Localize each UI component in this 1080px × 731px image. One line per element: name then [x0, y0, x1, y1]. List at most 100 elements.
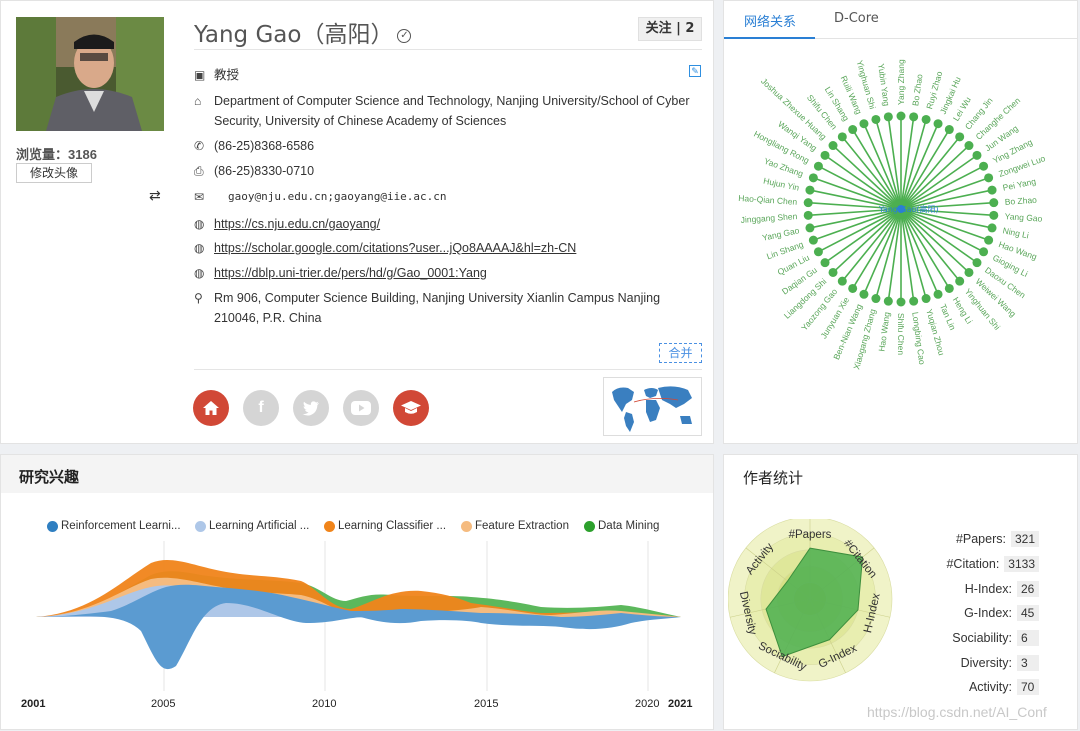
network-tabs: 网络关系 D-Core — [724, 1, 1077, 39]
affiliation-row: ⌂ Department of Computer Science and Tec… — [194, 91, 694, 131]
coauthor-node[interactable] — [871, 114, 881, 124]
radar-chart[interactable]: #Papers#CitationH-IndexG-IndexSociabilit… — [728, 519, 928, 719]
coauthor-node[interactable] — [808, 173, 818, 183]
coauthor-label[interactable]: Hao Wang — [876, 311, 891, 352]
streamgraph[interactable] — [1, 531, 713, 731]
coauthor-node[interactable] — [820, 258, 830, 268]
coauthor-node[interactable] — [944, 283, 954, 293]
coauthor-node[interactable] — [964, 267, 974, 277]
coauthor-node[interactable] — [828, 141, 838, 151]
coauthor-node[interactable] — [813, 247, 823, 257]
coauthor-node[interactable] — [859, 289, 869, 299]
coauthor-label[interactable]: Yang Gao — [1004, 211, 1043, 224]
coauthor-node[interactable] — [820, 150, 830, 160]
coauthor-node[interactable] — [808, 235, 818, 245]
youtube-icon[interactable] — [343, 390, 379, 426]
coauthor-node[interactable] — [964, 141, 974, 151]
coauthor-node[interactable] — [979, 161, 989, 171]
coauthor-network-graph[interactable]: Yang Zhang Bo Zhao Ruyi ZhaoJingkai HuLei … — [724, 41, 1077, 441]
graduation-cap-icon[interactable] — [393, 390, 429, 426]
section-header: 研究兴趣 — [1, 455, 713, 493]
tab-dcore[interactable]: D-Core — [834, 11, 879, 26]
coauthor-node[interactable] — [972, 150, 982, 160]
scholar-link[interactable]: https://scholar.google.com/citations?use… — [214, 238, 694, 258]
coauthor-node[interactable] — [944, 125, 954, 135]
coauthor-node[interactable] — [933, 119, 943, 129]
view-count: 浏览量：3186 — [16, 147, 97, 162]
merge-button[interactable]: 合并 — [659, 343, 702, 363]
coauthor-node[interactable] — [848, 283, 858, 293]
coauthor-node[interactable] — [987, 185, 997, 195]
follow-button[interactable]: 关注 | 2 — [638, 17, 702, 41]
coauthor-node[interactable] — [883, 296, 893, 306]
coauthor-label[interactable]: Jinggang Shen — [740, 211, 798, 225]
coauthor-label[interactable]: Longbing Cao — [910, 311, 927, 365]
scholar-row: ◍ https://scholar.google.com/citations?u… — [194, 238, 694, 258]
coauthor-node[interactable] — [848, 125, 858, 135]
coauthor-node[interactable] — [989, 210, 999, 220]
coauthor-node[interactable] — [828, 267, 838, 277]
coauthor-node[interactable] — [984, 235, 994, 245]
stat-h-index: H-Index: 26 — [965, 581, 1039, 597]
coauthor-node[interactable] — [871, 294, 881, 304]
twitter-icon[interactable] — [293, 390, 329, 426]
coauthor-node[interactable] — [883, 112, 893, 122]
tab-network[interactable]: 网络关系 — [744, 11, 796, 30]
globe-icon: ◍ — [194, 266, 205, 280]
coauthor-label[interactable]: Shifu Chen — [896, 313, 906, 355]
verified-icon: ✓ — [397, 28, 412, 43]
coauthor-node[interactable] — [984, 173, 994, 183]
coauthor-node[interactable] — [979, 247, 989, 257]
coauthor-node[interactable] — [909, 112, 919, 122]
briefcase-icon: ▣ — [194, 68, 206, 82]
stat-activity: Activity: 70 — [969, 679, 1039, 695]
coauthor-label[interactable]: Bo Zhao — [1004, 195, 1037, 207]
section-title: 研究兴趣 — [19, 468, 80, 486]
coauthor-node[interactable] — [837, 276, 847, 286]
profile-panel: 浏览量：3186 修改头像 ⇄ Yang Gao（高阳） ✓ 关注 | 2 ✎ ▣… — [0, 0, 714, 444]
coauthor-label[interactable]: Yang Gao — [761, 225, 800, 243]
coauthor-node[interactable] — [989, 198, 999, 208]
coauthor-node[interactable] — [803, 210, 813, 220]
coauthor-label[interactable]: Ning Li — [1002, 225, 1030, 240]
coauthor-node[interactable] — [921, 114, 931, 124]
coauthor-label[interactable]: Bo Zhao — [910, 73, 924, 106]
coauthor-node[interactable] — [933, 289, 943, 299]
coauthor-label[interactable]: Yang Zhang — [896, 59, 906, 105]
coauthor-label[interactable]: Hujun Yin — [763, 176, 801, 193]
coauthor-node[interactable] — [987, 223, 997, 233]
coauthor-node[interactable] — [955, 276, 965, 286]
stat-papers: #Papers: 321 — [956, 531, 1039, 547]
active-tab-indicator — [724, 37, 815, 39]
coauthor-node[interactable] — [805, 185, 815, 195]
facebook-icon[interactable]: f — [243, 390, 279, 426]
profile-photo — [16, 17, 164, 131]
coauthor-node[interactable] — [805, 223, 815, 233]
coauthor-label[interactable]: Pei Yang — [1002, 176, 1037, 193]
coauthor-node[interactable] — [859, 119, 869, 129]
coauthor-label[interactable]: Hao-Qian Chen — [738, 193, 798, 207]
coauthor-node[interactable] — [955, 132, 965, 142]
homepage-link[interactable]: https://cs.nju.edu.cn/gaoyang/ — [214, 214, 694, 234]
coauthor-node[interactable] — [972, 258, 982, 268]
phone-row: ✆ (86-25)8368-6586 — [194, 136, 694, 156]
coauthor-node[interactable] — [921, 294, 931, 304]
phone-icon: ✆ — [194, 139, 205, 153]
coauthor-node[interactable] — [909, 296, 919, 306]
address-text: Rm 906, Computer Science Building, Nanji… — [214, 291, 661, 325]
world-map[interactable] — [603, 377, 702, 436]
coauthor-node[interactable] — [896, 111, 906, 121]
home-icon[interactable] — [193, 390, 229, 426]
axis-label-year: 2021 — [668, 698, 693, 710]
coauthor-node[interactable] — [896, 297, 906, 307]
stat-sociability: Sociability: 6 — [952, 630, 1039, 646]
coauthor-node[interactable] — [837, 132, 847, 142]
coauthor-node[interactable] — [813, 161, 823, 171]
dblp-link[interactable]: https://dblp.uni-trier.de/pers/hd/g/Gao_… — [214, 263, 694, 283]
swap-icon[interactable]: ⇄ — [149, 187, 161, 204]
coauthor-node[interactable] — [803, 198, 813, 208]
center-node-label: Yang Gao(高阳) — [878, 204, 939, 214]
coauthor-label[interactable]: Yubin Yang — [876, 63, 892, 107]
edit-avatar-button[interactable]: 修改头像 — [16, 163, 92, 183]
stat-citation: #Citation: 3133 — [946, 556, 1039, 572]
